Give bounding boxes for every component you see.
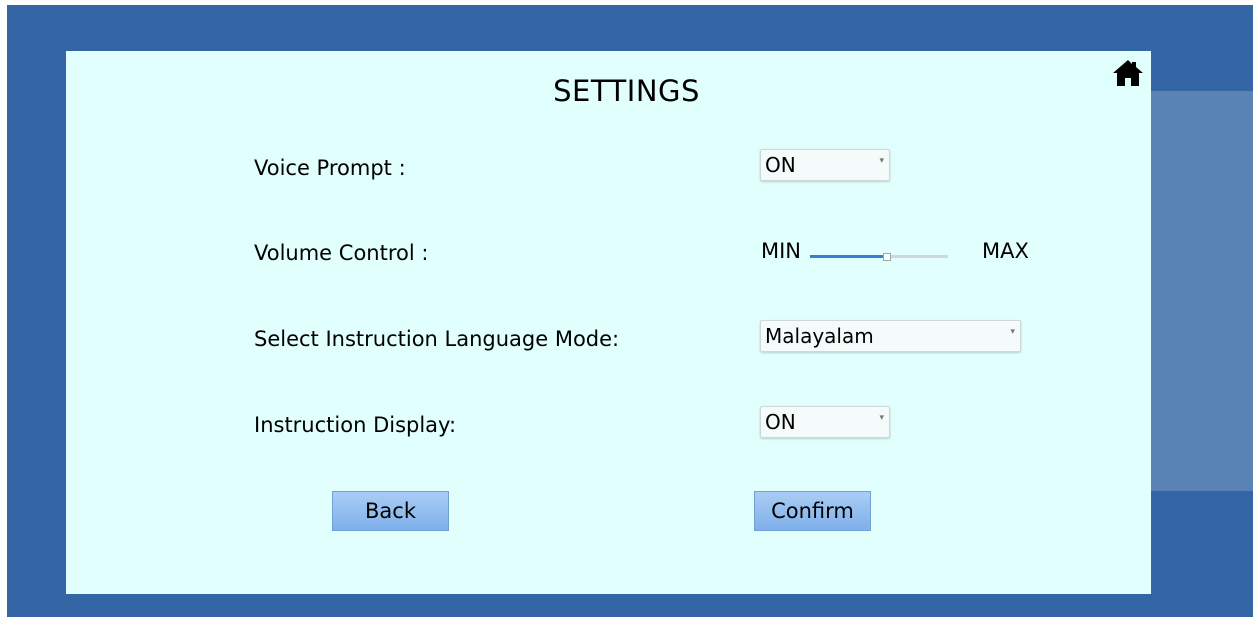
voice-prompt-value: ON [765,153,796,177]
home-icon[interactable] [1111,58,1145,88]
volume-max-label: MAX [982,239,1029,263]
volume-control-label: Volume Control : [254,241,429,265]
confirm-button[interactable]: Confirm [754,491,871,531]
instruction-display-label: Instruction Display: [254,413,457,437]
page-title: SETTINGS [553,74,700,108]
volume-slider-fill [810,255,886,258]
volume-slider[interactable] [810,253,948,261]
instruction-display-select[interactable]: ON ▾ [760,406,890,438]
language-mode-label: Select Instruction Language Mode: [254,327,620,351]
chevron-down-icon: ▾ [879,156,884,166]
instruction-display-value: ON [765,410,796,434]
language-mode-value: Malayalam [765,324,874,348]
volume-slider-thumb[interactable] [882,253,891,261]
back-button[interactable]: Back [332,491,449,531]
chevron-down-icon: ▾ [1010,327,1015,337]
side-panel [1151,91,1253,491]
language-mode-select[interactable]: Malayalam ▾ [760,320,1021,352]
voice-prompt-select[interactable]: ON ▾ [760,149,890,181]
chevron-down-icon: ▾ [879,413,884,423]
voice-prompt-label: Voice Prompt : [254,156,406,180]
volume-min-label: MIN [761,239,802,263]
